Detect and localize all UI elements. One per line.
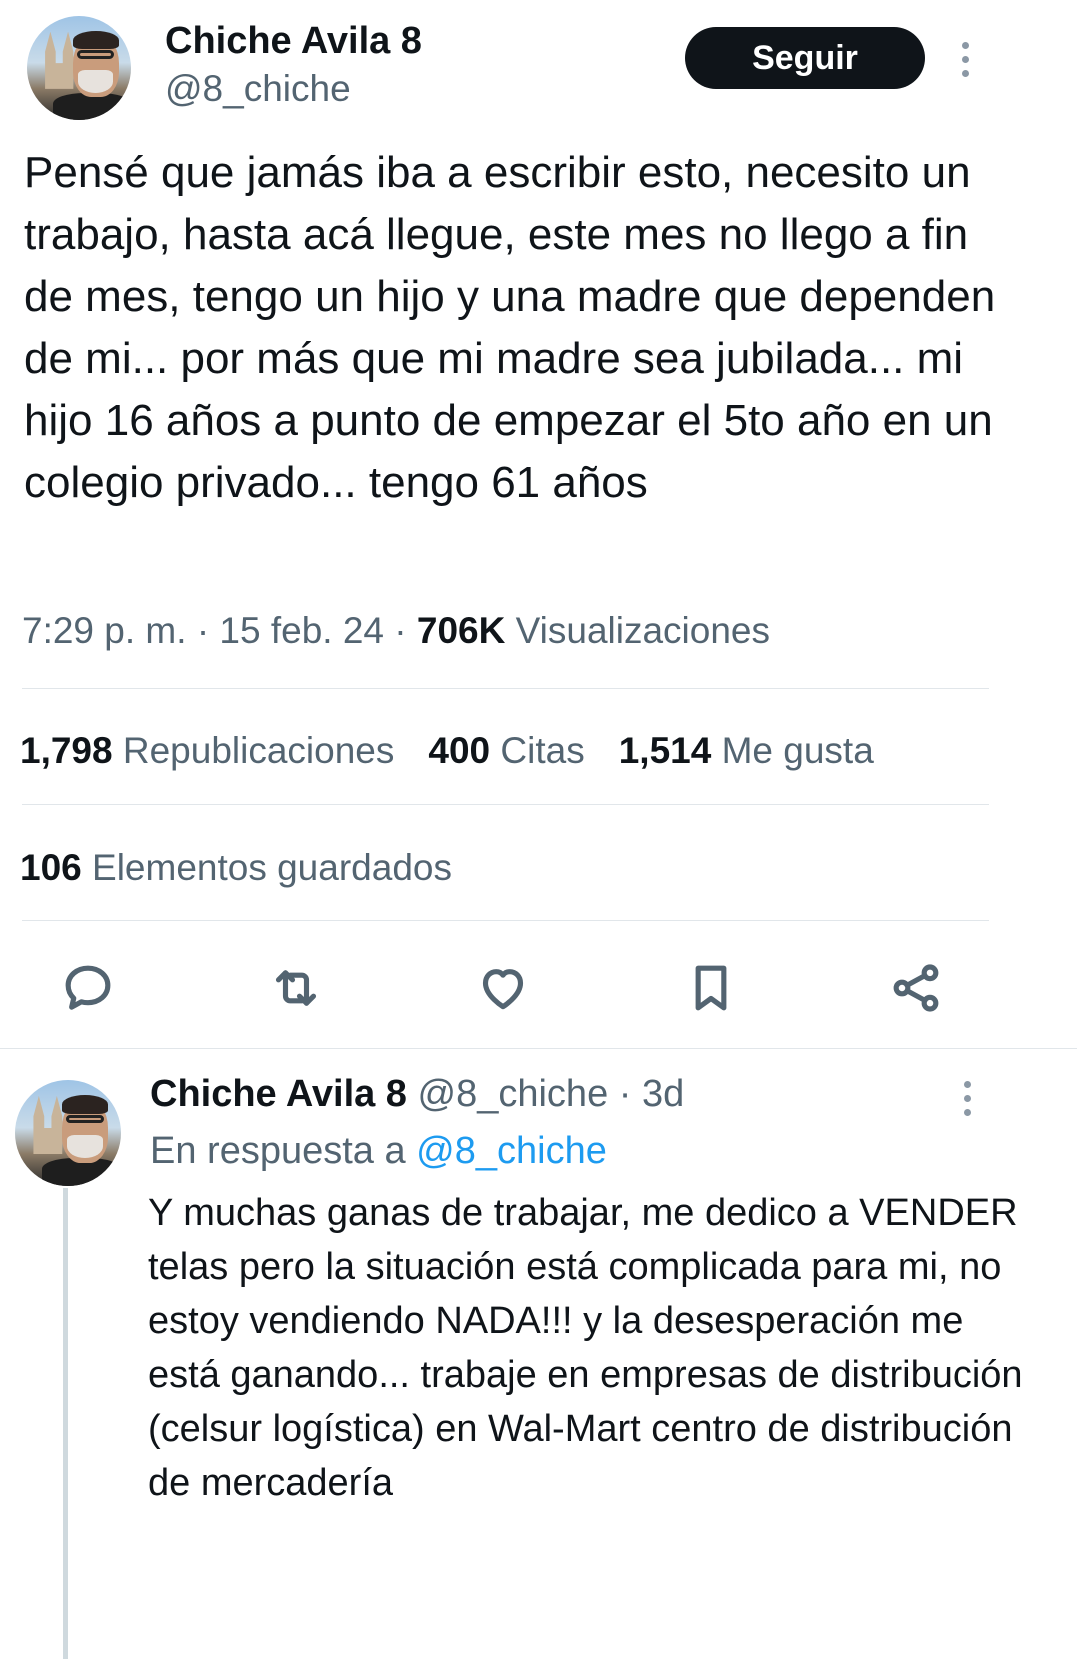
in-reply-to: En respuesta a @8_chiche: [150, 1130, 607, 1173]
author-handle[interactable]: @8_chiche: [165, 68, 351, 110]
tweet-meta: 7:29 p. m. · 15 feb. 24 · 706K Visualiza…: [22, 610, 770, 652]
likes-count: 1,514: [618, 730, 712, 771]
reply-header: Chiche Avila 8 @8_chiche · 3d: [150, 1073, 684, 1116]
quotes-label: Citas: [500, 730, 585, 771]
likes-stat[interactable]: 1,514 Me gusta: [619, 730, 874, 772]
reply-author-handle[interactable]: @8_chiche: [418, 1073, 609, 1115]
divider: [22, 688, 989, 689]
meta-separator: ·: [196, 610, 210, 651]
reply-icon[interactable]: [58, 958, 118, 1018]
repost-icon[interactable]: [266, 958, 326, 1018]
avatar-beard: [77, 70, 114, 93]
reposts-count: 1,798: [20, 730, 113, 771]
reposts-stat[interactable]: 1,798 Republicaciones: [20, 730, 394, 772]
views-label: Visualizaciones: [515, 610, 770, 651]
avatar-shirt: [53, 92, 131, 120]
more-options-icon[interactable]: [962, 42, 969, 77]
reply-age[interactable]: 3d: [642, 1073, 684, 1115]
quotes-count: 400: [428, 730, 491, 771]
reposts-label: Republicaciones: [122, 730, 395, 771]
share-icon[interactable]: [886, 958, 946, 1018]
in-reply-prefix: En respuesta a: [150, 1130, 406, 1172]
avatar-background-cathedral: [33, 1095, 63, 1155]
avatar-glasses: [65, 1114, 105, 1124]
avatar-hair: [72, 30, 119, 50]
bookmarks-stat[interactable]: 106 Elementos guardados: [20, 847, 452, 889]
like-icon[interactable]: [473, 958, 533, 1018]
tweet-time[interactable]: 7:29 p. m.: [22, 610, 187, 651]
reply-author-avatar[interactable]: [15, 1080, 121, 1186]
views-count: 706K: [416, 610, 506, 651]
reply-separator: ·: [618, 1073, 632, 1115]
divider: [22, 804, 989, 805]
engagement-stats: 1,798 Republicaciones 400 Citas 1,514 Me…: [20, 730, 874, 772]
author-name[interactable]: Chiche Avila 8: [165, 20, 422, 63]
bookmark-icon[interactable]: [681, 958, 741, 1018]
quotes-stat[interactable]: 400 Citas: [428, 730, 584, 772]
avatar-background-cathedral: [45, 31, 74, 89]
bookmarks-label: Elementos guardados: [92, 847, 452, 888]
reply-author-name[interactable]: Chiche Avila 8: [150, 1073, 407, 1115]
bookmarks-count: 106: [20, 847, 82, 888]
reply-text: Y muchas ganas de trabajar, me dedico a …: [148, 1192, 1023, 1504]
tweet-date[interactable]: 15 feb. 24: [219, 610, 384, 651]
avatar-glasses: [76, 50, 115, 59]
thread-line: [63, 1188, 68, 1659]
divider: [22, 920, 989, 921]
likes-label: Me gusta: [721, 730, 874, 771]
reply-more-options-icon[interactable]: [964, 1081, 971, 1116]
divider: [0, 1048, 1077, 1049]
meta-separator: ·: [394, 610, 407, 651]
avatar-hair: [61, 1094, 109, 1114]
in-reply-handle-link[interactable]: @8_chiche: [416, 1130, 607, 1172]
author-avatar[interactable]: [27, 16, 131, 120]
tweet-text: Pensé que jamás iba a escribir esto, nec…: [24, 148, 996, 507]
follow-button[interactable]: Seguir: [685, 27, 925, 89]
